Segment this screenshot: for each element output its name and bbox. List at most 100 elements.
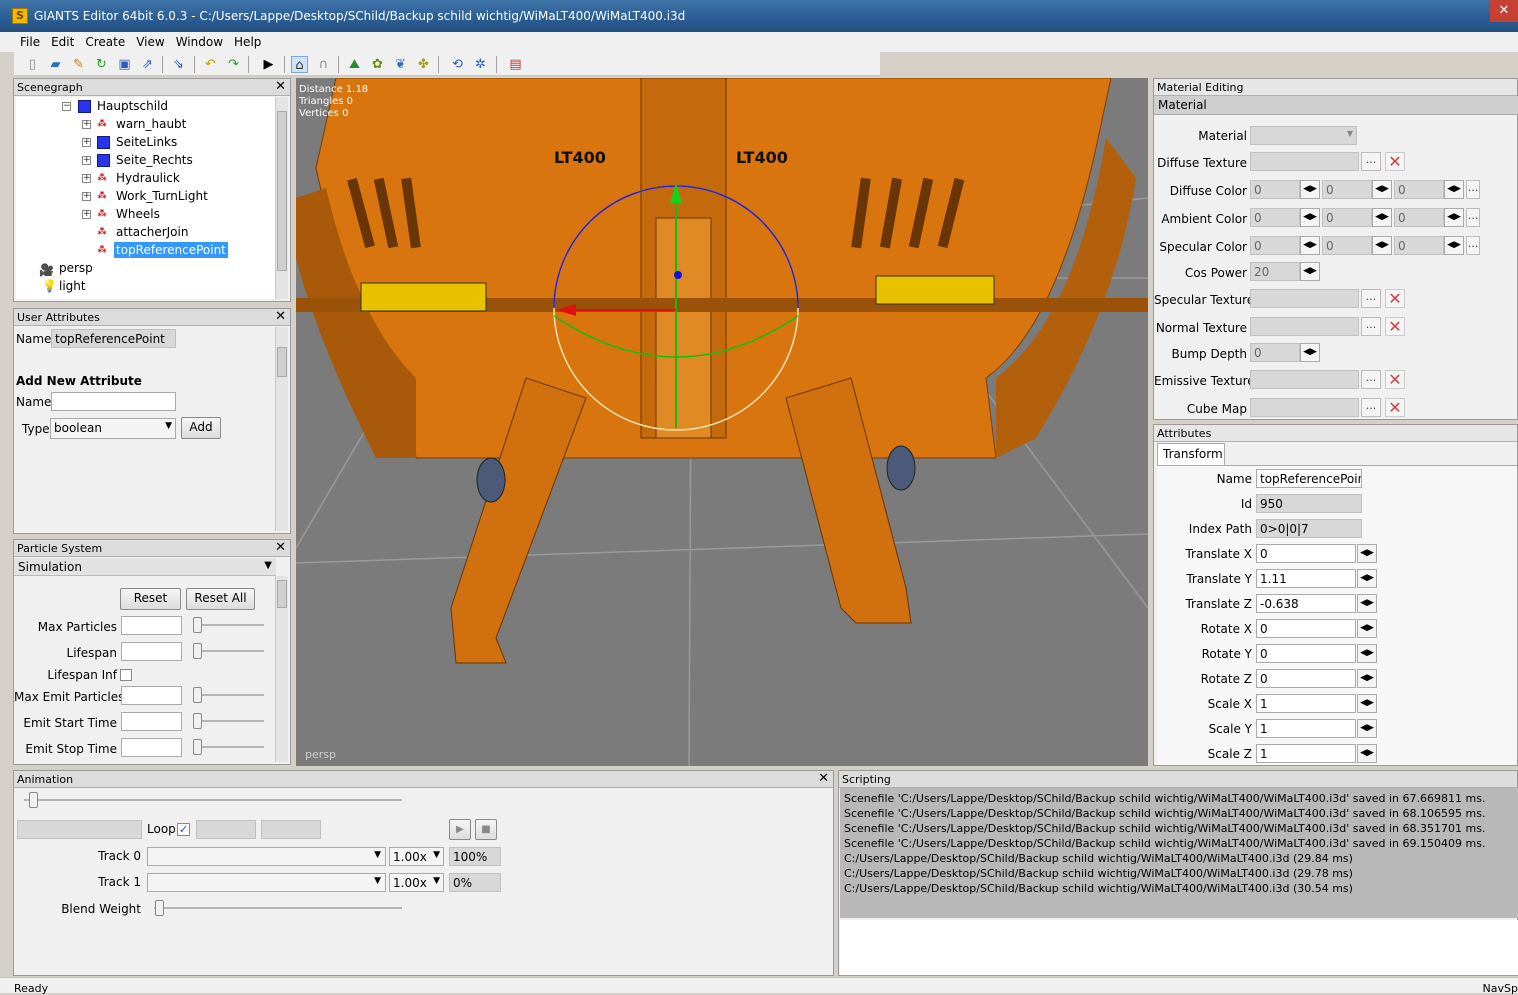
clip-end-field[interactable] [261, 820, 321, 839]
slider-handle[interactable] [193, 687, 202, 703]
reset-button[interactable]: Reset [120, 588, 181, 610]
reset-all-button[interactable]: Reset All [186, 588, 255, 610]
rotate-x-spinner[interactable]: ◀▶ [1357, 619, 1377, 638]
tree-item-seite-rechts[interactable]: Seite_Rechts [116, 153, 193, 167]
ambient-color-r[interactable]: 0 [1250, 208, 1300, 227]
max-particles-slider[interactable] [194, 624, 264, 626]
scale-x-spinner[interactable]: ◀▶ [1357, 694, 1377, 713]
translate-y-spinner[interactable]: ◀▶ [1357, 569, 1377, 588]
new-attribute-name-input[interactable] [51, 392, 176, 411]
normal-texture-input[interactable] [1250, 317, 1359, 336]
menu-edit[interactable]: Edit [45, 32, 79, 49]
save-icon[interactable]: ▣ [116, 56, 133, 73]
rotate-z-spinner[interactable]: ◀▶ [1357, 669, 1377, 688]
tree-item-attacherjoin[interactable]: attacherJoin [116, 225, 188, 239]
emit-start-time-input[interactable] [121, 712, 182, 731]
diffuse-color-b-spinner[interactable]: ◀▶ [1444, 180, 1464, 199]
diffuse-color-r-spinner[interactable]: ◀▶ [1300, 180, 1320, 199]
tree-item-seitelinks[interactable]: SeiteLinks [116, 135, 177, 149]
material-select[interactable]: ▼ [1250, 126, 1357, 145]
translate-x-spinner[interactable]: ◀▶ [1357, 544, 1377, 563]
3d-viewport[interactable]: LT400 LT400 Distance 1.18 Triangles 0 Ve… [296, 78, 1148, 766]
specular-color-g-spinner[interactable]: ◀▶ [1372, 236, 1392, 255]
specular-color-picker-button[interactable]: ... [1466, 236, 1480, 255]
rotate-x-input[interactable]: 0 [1256, 619, 1356, 638]
diffuse-texture-input[interactable] [1250, 152, 1359, 171]
scale-z-spinner[interactable]: ◀▶ [1357, 744, 1377, 763]
expand-icon[interactable]: + [82, 174, 91, 183]
max-particles-input[interactable] [121, 616, 182, 635]
axis-z-handle[interactable] [674, 271, 682, 279]
tree-item-hydraulick[interactable]: Hydraulick [116, 171, 180, 185]
name-input[interactable]: topReferencePoint [1256, 469, 1362, 488]
particle-system-scrollbar[interactable] [275, 576, 288, 762]
play-icon[interactable]: ▶ [260, 56, 277, 73]
terrain-icon[interactable]: ⛰ [346, 56, 363, 73]
emissive-texture-browse-button[interactable]: ... [1361, 370, 1381, 389]
expand-icon[interactable]: + [82, 156, 91, 165]
translate-y-input[interactable]: 1.11 [1256, 569, 1356, 588]
diffuse-color-r[interactable]: 0 [1250, 180, 1300, 199]
slider-handle[interactable] [193, 617, 202, 633]
track1-speed-select[interactable]: 1.00x ▼ [389, 873, 444, 892]
navigation-icon[interactable]: ✲ [472, 56, 489, 73]
collapse-icon[interactable]: − [62, 102, 71, 111]
animation-timeline-slider[interactable] [24, 799, 402, 801]
loop-checkbox[interactable]: ✓ [177, 823, 190, 836]
translate-x-input[interactable]: 0 [1256, 544, 1356, 563]
translate-z-input[interactable]: -0.638 [1256, 594, 1356, 613]
specular-color-r-spinner[interactable]: ◀▶ [1300, 236, 1320, 255]
expand-icon[interactable]: + [82, 138, 91, 147]
clip-start-field[interactable] [196, 820, 256, 839]
foliage-icon[interactable]: ❦ [392, 56, 409, 73]
scrollbar-thumb[interactable] [277, 111, 287, 271]
ambient-color-g[interactable]: 0 [1322, 208, 1372, 227]
track0-speed-select[interactable]: 1.00x ▼ [389, 847, 444, 866]
cos-power-spinner[interactable]: ◀▶ [1300, 262, 1320, 281]
scrollbar-thumb[interactable] [277, 580, 287, 608]
menu-view[interactable]: View [130, 32, 169, 49]
tree-item-topreferencepoint[interactable]: topReferencePoint [114, 242, 228, 258]
scale-x-input[interactable]: 1 [1256, 694, 1356, 713]
tree-item-light[interactable]: light [59, 279, 86, 293]
clear-x-icon[interactable]: ✕ [1385, 289, 1405, 308]
scale-y-spinner[interactable]: ◀▶ [1357, 719, 1377, 738]
open-file-icon[interactable]: ▰ [47, 56, 64, 73]
type-select[interactable]: boolean ▼ [50, 418, 176, 439]
tree-item-warn-haubt[interactable]: warn_haubt [116, 117, 186, 131]
cube-map-input[interactable] [1250, 398, 1359, 417]
script-input[interactable] [840, 920, 1518, 975]
emissive-texture-input[interactable] [1250, 370, 1359, 389]
expand-icon[interactable]: + [82, 210, 91, 219]
slider-handle[interactable] [29, 792, 38, 808]
translate-z-spinner[interactable]: ◀▶ [1357, 594, 1377, 613]
specular-texture-browse-button[interactable]: ... [1361, 289, 1381, 308]
new-file-icon[interactable]: ▯ [24, 56, 41, 73]
bump-depth-input[interactable]: 0 [1250, 343, 1300, 362]
clear-x-icon[interactable]: ✕ [1385, 398, 1405, 417]
lifespan-inf-checkbox[interactable] [120, 669, 132, 681]
spline-icon[interactable]: ⟲ [449, 56, 466, 73]
scrollbar-thumb[interactable] [277, 347, 287, 377]
ambient-color-b-spinner[interactable]: ◀▶ [1444, 208, 1464, 227]
home-icon[interactable]: ⌂ [291, 56, 308, 73]
diffuse-texture-browse-button[interactable]: ... [1361, 152, 1381, 171]
stop-animation-button[interactable]: ■ [475, 819, 497, 840]
tree-item-wheels[interactable]: Wheels [116, 207, 160, 221]
scale-z-input[interactable]: 1 [1256, 744, 1356, 763]
menu-help[interactable]: Help [228, 32, 266, 49]
rotate-y-input[interactable]: 0 [1256, 644, 1356, 663]
diffuse-color-picker-button[interactable]: ... [1466, 180, 1480, 199]
max-emit-particles-slider[interactable] [194, 694, 264, 696]
decal-icon[interactable]: ✤ [415, 56, 432, 73]
close-window-button[interactable]: ✕ [1490, 0, 1518, 22]
normal-texture-browse-button[interactable]: ... [1361, 317, 1381, 336]
scenegraph-scrollbar[interactable] [275, 97, 288, 299]
close-icon[interactable]: ✕ [818, 771, 829, 787]
emit-stop-time-slider[interactable] [194, 746, 264, 748]
ambient-color-r-spinner[interactable]: ◀▶ [1300, 208, 1320, 227]
export-icon[interactable]: ⇗ [139, 56, 156, 73]
specular-texture-input[interactable] [1250, 289, 1359, 308]
emit-stop-time-input[interactable] [121, 738, 182, 757]
rotate-z-input[interactable]: 0 [1256, 669, 1356, 688]
